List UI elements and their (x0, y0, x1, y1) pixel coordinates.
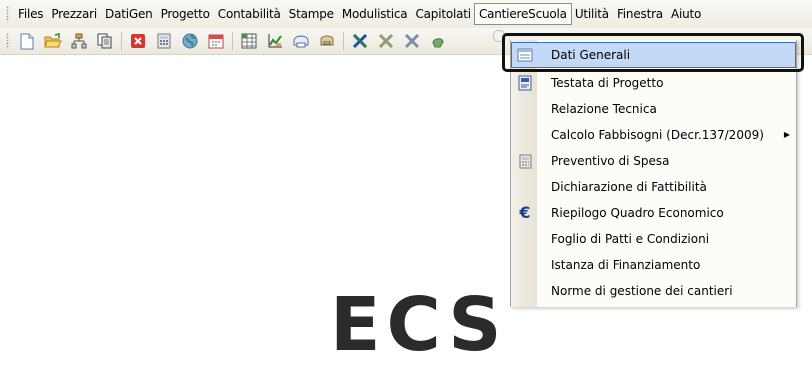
menu-item-foglio-patti-condizioni[interactable]: Foglio di Patti e Condizioni (511, 226, 796, 252)
menu-utilita[interactable]: Utilità (571, 4, 613, 24)
toolbar-separator (121, 32, 122, 50)
excel-gray-icon[interactable] (377, 32, 395, 50)
excel-gray-2-icon[interactable] (403, 32, 421, 50)
background-logo-text: ECS (330, 282, 508, 368)
menu-files[interactable]: Files (14, 4, 47, 24)
menu-item-testata-di-progetto[interactable]: Testata di Progetto (511, 70, 796, 96)
globe-icon[interactable] (181, 32, 199, 50)
euro-icon: € (519, 203, 531, 222)
menu-item-norme-gestione-cantieri[interactable]: Norme di gestione dei cantieri (511, 278, 796, 304)
menubar-grip[interactable] (6, 6, 10, 22)
table-icon[interactable] (240, 32, 258, 50)
menu-modulistica[interactable]: Modulistica (338, 4, 412, 24)
menu-cantierescuola[interactable]: CantiereScuola (473, 3, 572, 25)
close-red-icon[interactable] (129, 32, 147, 50)
menu-item-riepilogo-quadro-economico[interactable]: € Riepilogo Quadro Economico (511, 200, 796, 226)
menu-datigen[interactable]: DatiGen (101, 4, 157, 24)
menu-bar: Files Prezzari DatiGen Progetto Contabil… (0, 0, 812, 28)
menu-aiuto[interactable]: Aiuto (667, 4, 705, 24)
scanner-icon[interactable] (318, 32, 336, 50)
calendar-icon[interactable] (207, 32, 225, 50)
menu-capitolati[interactable]: Capitolati (411, 4, 474, 24)
menu-item-relazione-tecnica[interactable]: Relazione Tecnica (511, 96, 796, 122)
submenu-arrow-icon: ▶ (783, 130, 790, 139)
menu-item-label: Testata di Progetto (551, 76, 664, 90)
menu-item-label: Calcolo Fabbisogni (Decr.137/2009) (551, 128, 764, 142)
chart-icon[interactable] (266, 32, 284, 50)
bulb-icon[interactable] (429, 32, 447, 50)
menu-progetto[interactable]: Progetto (157, 4, 214, 24)
menu-item-label: Dichiarazione di Fattibilità (551, 180, 707, 194)
copy-icon[interactable] (96, 32, 114, 50)
menu-contabilita[interactable]: Contabilità (214, 4, 285, 24)
menu-item-label: Istanza di Finanziamento (551, 258, 701, 272)
new-document-icon[interactable] (18, 32, 36, 50)
toolbar-separator (343, 32, 344, 50)
print-icon[interactable] (292, 32, 310, 50)
hierarchy-icon[interactable] (70, 32, 88, 50)
menu-stampe[interactable]: Stampe (285, 4, 338, 24)
menu-prezzari[interactable]: Prezzari (47, 4, 101, 24)
menu-item-preventivo-di-spesa[interactable]: Preventivo di Spesa (511, 148, 796, 174)
menu-item-label: Relazione Tecnica (551, 102, 657, 116)
menu-item-label: Riepilogo Quadro Economico (551, 206, 724, 220)
calculator-icon (517, 153, 533, 169)
menu-item-dichiarazione-fattibilita[interactable]: Dichiarazione di Fattibilità (511, 174, 796, 200)
cantierescuola-dropdown: Dati Generali Testata di Progetto Relazi… (510, 40, 797, 307)
open-folder-icon[interactable] (44, 32, 62, 50)
highlight-callout-box (502, 33, 804, 72)
toolbar-grip[interactable] (6, 33, 10, 49)
toolbar-separator (232, 32, 233, 50)
document-header-icon (517, 75, 533, 91)
menu-item-label: Norme di gestione dei cantieri (551, 284, 733, 298)
menu-item-calcolo-fabbisogni[interactable]: Calcolo Fabbisogni (Decr.137/2009) ▶ (511, 122, 796, 148)
excel-icon[interactable] (351, 32, 369, 50)
menu-item-label: Foglio di Patti e Condizioni (551, 232, 710, 246)
menu-item-label: Preventivo di Spesa (551, 154, 670, 168)
menu-finestra[interactable]: Finestra (613, 4, 667, 24)
calculator-icon[interactable] (155, 32, 173, 50)
menu-item-istanza-finanziamento[interactable]: Istanza di Finanziamento (511, 252, 796, 278)
